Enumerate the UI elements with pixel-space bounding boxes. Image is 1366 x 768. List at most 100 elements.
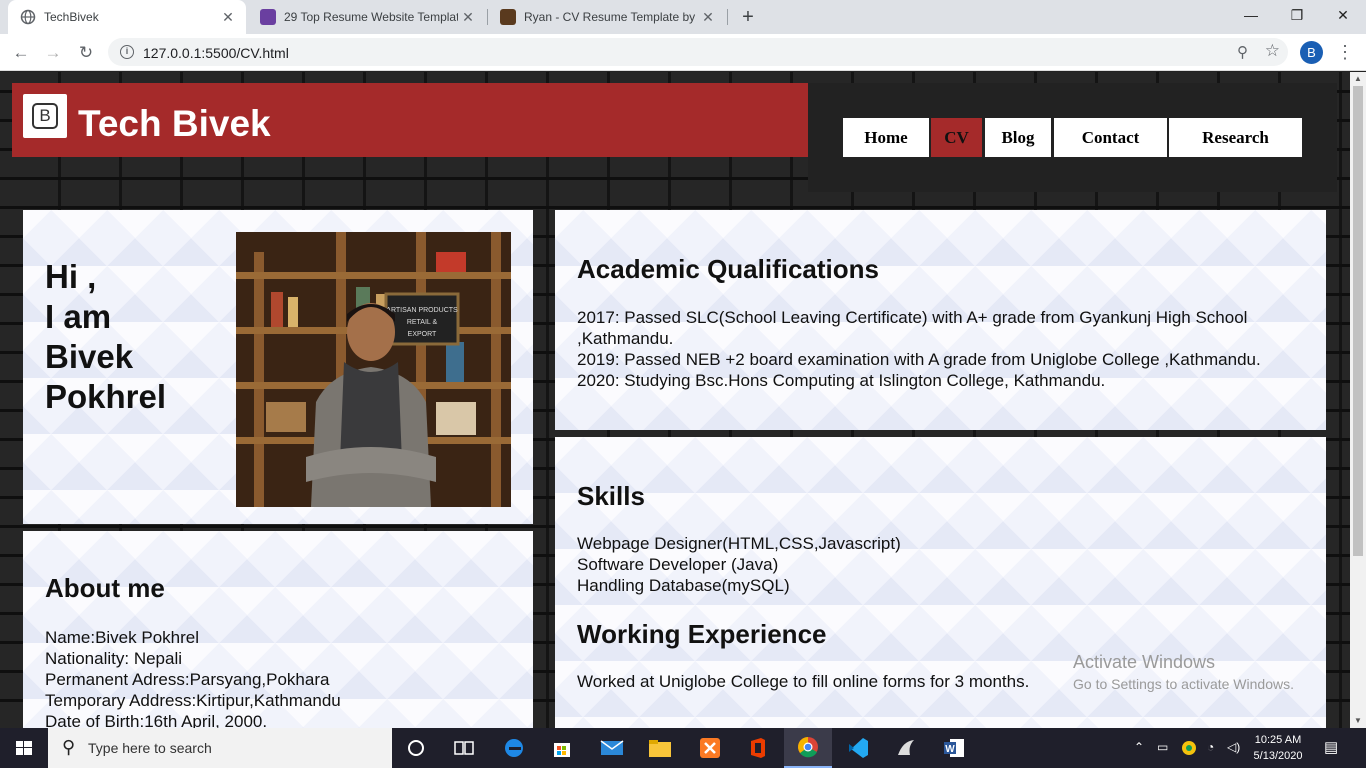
file-explorer-icon[interactable] [636, 728, 684, 768]
about-line: Temporary Address:Kirtipur,Kathmandu [45, 691, 341, 710]
browser-tab-resume-templates[interactable]: 29 Top Resume Website Templates ✕ [248, 0, 486, 34]
tray-wifi-icon[interactable]: ◔ [1207, 740, 1214, 754]
restore-button[interactable]: ❐ [1274, 0, 1320, 30]
hero-line: Bivek [45, 338, 134, 375]
close-tab-icon[interactable]: ✕ [458, 9, 478, 26]
colorlib-favicon-icon [260, 9, 276, 25]
tray-app-icon[interactable] [1181, 740, 1197, 759]
skills-title: Skills [577, 481, 645, 511]
experience-title: Working Experience [577, 619, 827, 649]
mail-icon[interactable] [588, 728, 636, 768]
search-icon: ⚲ [62, 737, 76, 757]
site-brand[interactable]: Tech Bivek [78, 103, 271, 145]
activate-windows-watermark: Activate Windows Go to Settings to activ… [1073, 652, 1294, 692]
tab-title: TechBivek [44, 10, 99, 24]
skill-item: Webpage Designer(HTML,CSS,Javascript) [577, 534, 901, 553]
about-line: Nationality: Nepali [45, 649, 183, 668]
bootstrap-logo-icon[interactable]: B [23, 94, 67, 138]
academic-line: 2019: Passed NEB +2 board examination wi… [577, 350, 1261, 369]
clock-time: 10:25 AM [1254, 734, 1302, 746]
nav-contact[interactable]: Contact [1054, 118, 1167, 157]
nav-home[interactable]: Home [843, 118, 929, 157]
reload-icon[interactable]: ↻ [73, 40, 99, 66]
task-view-icon[interactable] [440, 728, 488, 768]
about-line: Date of Birth:16th April, 2000. [45, 712, 268, 728]
page-viewport: B Tech Bivek Home CV Blog Contact Resear… [0, 72, 1350, 728]
academic-line: ,Kathmandu. [577, 329, 674, 348]
close-tab-icon[interactable]: ✕ [218, 9, 238, 26]
scroll-down-icon[interactable]: ▼ [1350, 714, 1366, 728]
sign-line: EXPORT [408, 331, 437, 338]
about-details: Name:Bivek Pokhrel Nationality: Nepali P… [45, 627, 341, 728]
hero-card: Hi , I am Bivek Pokhrel ARTISAN PRODUCTS… [23, 210, 533, 524]
watermark-line-2: Go to Settings to activate Windows. [1073, 676, 1294, 692]
windows-start-button[interactable] [0, 728, 48, 768]
word-icon[interactable]: W [930, 728, 978, 768]
browser-tab-ryan-cv[interactable]: Ryan - CV Resume Template by b ✕ [488, 0, 726, 34]
forward-arrow-icon[interactable]: → [40, 40, 66, 66]
new-tab-button[interactable]: + [736, 4, 760, 30]
tab-title: Ryan - CV Resume Template by b [524, 10, 698, 24]
tray-volume-icon[interactable]: ◁) [1227, 740, 1240, 754]
tab-title: 29 Top Resume Website Templates [284, 10, 458, 24]
hero-greeting: Hi , I am Bivek Pokhrel [45, 257, 166, 417]
site-info-icon[interactable]: i [120, 45, 134, 59]
academic-title: Academic Qualifications [577, 254, 879, 284]
profile-photo: ARTISAN PRODUCTS RETAIL & EXPORT [236, 232, 511, 507]
url-text[interactable]: 127.0.0.1:5500/CV.html [143, 45, 289, 61]
taskbar-search[interactable]: ⚲ Type here to search [48, 728, 392, 768]
store-icon[interactable] [538, 728, 586, 768]
clock-date: 5/13/2020 [1253, 750, 1303, 762]
hero-line: Hi , [45, 258, 97, 295]
about-line: Permanent Adress:Parsyang,Pokhara [45, 670, 330, 689]
taskbar-clock[interactable]: 10:25 AM 5/13/2020 [1248, 732, 1308, 764]
about-title: About me [45, 573, 165, 603]
nav-blog[interactable]: Blog [985, 118, 1051, 157]
browser-menu-icon[interactable]: ⋮ [1336, 39, 1354, 65]
page-scrollbar[interactable]: ▲ ▼ [1350, 72, 1366, 728]
bookmark-star-icon[interactable]: ☆ [1265, 41, 1280, 61]
close-tab-icon[interactable]: ✕ [698, 9, 718, 26]
about-line: Name:Bivek Pokhrel [45, 628, 200, 647]
hero-line: Pokhrel [45, 378, 167, 415]
close-window-button[interactable]: ✕ [1320, 0, 1366, 30]
browser-tab-techbivek[interactable]: TechBivek ✕ [8, 0, 246, 34]
globe-icon [20, 9, 36, 25]
hero-line: I am [45, 298, 112, 335]
browser-tab-bar: TechBivek ✕ 29 Top Resume Website Templa… [0, 0, 1366, 34]
about-card: About me Name:Bivek Pokhrel Nationality:… [23, 531, 533, 728]
scroll-up-icon[interactable]: ▲ [1350, 72, 1366, 86]
nav-cv[interactable]: CV [931, 118, 982, 157]
site-nav: Home CV Blog Contact Research [808, 83, 1337, 192]
tray-battery-icon[interactable]: ▭ [1157, 740, 1168, 754]
windows-taskbar: ⚲ Type here to search W ⌃ ▭ ◔ ◁) 10:25 A… [0, 728, 1366, 768]
vscode-icon[interactable] [834, 728, 882, 768]
back-arrow-icon[interactable]: ← [8, 40, 34, 66]
svg-text:W: W [945, 744, 955, 755]
watermark-line-1: Activate Windows [1073, 652, 1216, 672]
mysql-workbench-icon[interactable] [882, 728, 930, 768]
tray-chevron-up-icon[interactable]: ⌃ [1134, 740, 1144, 754]
skill-item: Handling Database(mySQL) [577, 576, 790, 595]
zoom-icon[interactable]: ⚲ [1237, 43, 1248, 61]
chrome-icon[interactable] [784, 728, 832, 768]
xampp-icon[interactable] [686, 728, 734, 768]
notifications-icon[interactable]: ▤ [1324, 738, 1338, 756]
sign-line: ARTISAN PRODUCTS [386, 307, 458, 314]
nav-research[interactable]: Research [1169, 118, 1302, 157]
address-bar[interactable]: i 127.0.0.1:5500/CV.html ⚲ ☆ [108, 38, 1288, 66]
search-placeholder: Type here to search [88, 740, 212, 756]
windows-logo-icon [16, 741, 32, 755]
academic-card: Academic Qualifications 2017: Passed SLC… [555, 210, 1326, 430]
tab-divider [727, 9, 728, 25]
edge-icon[interactable] [490, 728, 538, 768]
scrollbar-thumb[interactable] [1353, 86, 1363, 556]
sign-line: RETAIL & [407, 319, 438, 326]
logo-glyph: B [32, 103, 58, 129]
skills-list: Webpage Designer(HTML,CSS,Javascript) So… [577, 533, 901, 596]
office-icon[interactable] [734, 728, 782, 768]
cortana-icon[interactable] [392, 728, 440, 768]
profile-avatar[interactable]: B [1300, 41, 1323, 64]
browser-toolbar: ← → ↻ i 127.0.0.1:5500/CV.html ⚲ ☆ B ⋮ [0, 34, 1366, 71]
minimize-button[interactable]: — [1228, 0, 1274, 30]
